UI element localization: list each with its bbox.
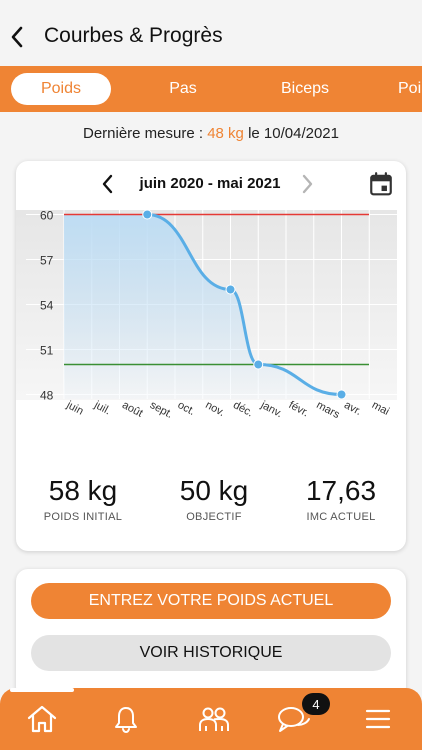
nav-notifications[interactable] (108, 702, 144, 736)
period-next-button[interactable] (295, 171, 319, 197)
y-tick-label: 60 (40, 209, 54, 223)
data-point (253, 359, 264, 370)
last-measure: Dernière mesure : 48 kg le 10/04/2021 (0, 125, 422, 142)
page-title: Courbes & Progrès (44, 24, 223, 47)
people-icon (199, 707, 229, 731)
calendar-button[interactable] (368, 171, 394, 197)
stat-label: POIDS INITIAL (43, 510, 123, 523)
weight-chart: 60 57 54 51 48 juin juil. août sept. oct. nov. déc.… (16, 209, 397, 421)
tab-biceps[interactable]: Biceps (265, 73, 345, 105)
header: Courbes & Progrès (0, 0, 422, 66)
x-tick-label: déc. (231, 399, 255, 419)
chevron-right-icon (302, 174, 313, 194)
chevron-left-icon (11, 26, 23, 48)
x-tick-label: juil. (91, 399, 112, 418)
x-tick-label: juin (64, 399, 86, 418)
tab-poi[interactable]: Poi (392, 73, 422, 105)
x-tick-label: août (120, 399, 145, 420)
actions-card: ENTREZ VOTRE POIDS ACTUEL VOIR HISTORIQU… (16, 569, 406, 699)
stat-goal: 50 kg OBJECTIF (154, 475, 274, 523)
period-prev-button[interactable] (96, 171, 120, 197)
y-tick-label: 57 (40, 254, 54, 268)
tab-poids[interactable]: Poids (11, 73, 111, 105)
y-tick-label: 48 (40, 389, 54, 403)
data-point (336, 389, 347, 400)
chevron-left-icon (102, 174, 113, 194)
view-history-button[interactable]: VOIR HISTORIQUE (31, 635, 391, 671)
stat-initial-weight: 58 kg POIDS INITIAL (23, 475, 143, 523)
nav-community[interactable] (196, 702, 232, 736)
stat-label: IMC ACTUEL (306, 510, 376, 523)
bottom-nav: 4 (0, 688, 422, 750)
chart-card: 60 57 54 51 48 juin juil. août sept. oct. nov. déc.… (16, 161, 406, 551)
calendar-icon (370, 172, 392, 196)
data-point (142, 209, 153, 220)
nav-home[interactable] (24, 702, 60, 736)
x-tick-label: avr. (342, 399, 363, 418)
stat-bmi: 17,63 IMC ACTUEL (281, 475, 401, 523)
last-measure-date: 10/04/2021 (263, 125, 339, 142)
stat-value: 50 kg (179, 475, 249, 506)
y-tick-label: 54 (40, 299, 54, 313)
stat-value: 58 kg (48, 475, 118, 506)
tab-bar: Poids Pas Biceps Poi (0, 66, 422, 112)
home-indicator (10, 688, 74, 692)
chat-badge: 4 (302, 693, 330, 715)
back-button[interactable] (6, 20, 28, 54)
enter-weight-button[interactable]: ENTREZ VOTRE POIDS ACTUEL (31, 583, 391, 619)
last-measure-value: 48 kg (207, 125, 244, 142)
tab-pas[interactable]: Pas (150, 73, 216, 105)
last-measure-prefix: Dernière mesure : (82, 125, 208, 142)
home-icon (27, 705, 57, 733)
x-tick-label: sept. (148, 399, 175, 421)
x-tick-label: mai (370, 399, 391, 418)
menu-icon (365, 709, 391, 729)
bell-icon (115, 707, 137, 734)
x-tick-label: nov. (203, 399, 226, 419)
x-tick-label: mars (314, 399, 342, 421)
period-label: juin 2020 - mai 2021 (139, 175, 281, 192)
last-measure-middle: le (243, 125, 264, 142)
x-tick-label: janv. (258, 399, 284, 421)
y-tick-label: 51 (40, 344, 54, 358)
stat-label: OBJECTIF (186, 510, 242, 523)
stat-value: 17,63 (305, 475, 377, 506)
x-tick-label: févr. (287, 399, 311, 419)
period-nav: juin 2020 - mai 2021 (16, 169, 406, 199)
data-point (225, 284, 236, 295)
x-tick-label: oct. (176, 399, 197, 418)
nav-menu[interactable] (360, 702, 396, 736)
